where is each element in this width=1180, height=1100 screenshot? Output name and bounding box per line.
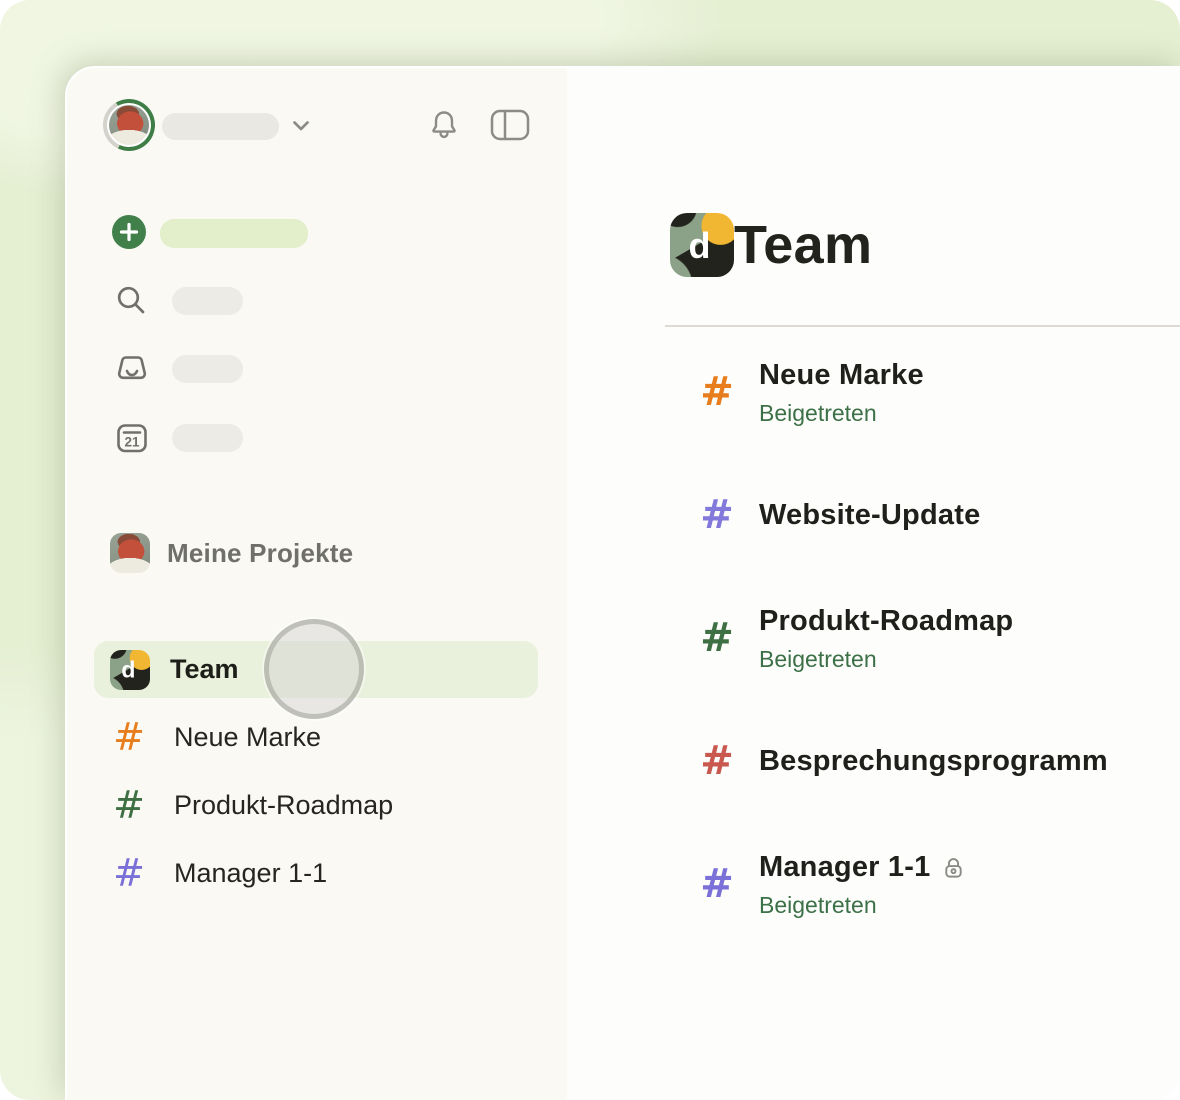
add-label-placeholder bbox=[160, 219, 308, 248]
channel-row-produkt-roadmap[interactable]: # Produkt-Roadmap Beigetreten bbox=[698, 603, 1150, 673]
channel-name: Website-Update bbox=[759, 497, 980, 533]
hash-icon: # bbox=[112, 783, 146, 827]
inbox-label-placeholder bbox=[172, 355, 243, 383]
avatar-ring-gap bbox=[107, 103, 151, 147]
channel-name: Manager 1-1 bbox=[759, 849, 930, 885]
team-header: d Team bbox=[670, 213, 872, 277]
app-window: 21 Meine Projekte d Team # Neue Marke # bbox=[65, 66, 1180, 1100]
calendar-day-label: 21 bbox=[124, 435, 140, 450]
lock-icon bbox=[942, 854, 965, 881]
channel-row-website-update[interactable]: # Website-Update bbox=[698, 492, 1150, 538]
hash-icon: # bbox=[698, 615, 736, 661]
hash-icon: # bbox=[112, 715, 146, 759]
calendar-icon[interactable]: 21 bbox=[115, 421, 149, 455]
calendar-label-placeholder bbox=[172, 424, 243, 452]
sidebar-item-produkt-roadmap[interactable]: # Produkt-Roadmap bbox=[112, 777, 532, 833]
team-logo-icon: d bbox=[670, 213, 734, 277]
bell-icon[interactable] bbox=[425, 106, 463, 144]
channel-name: Neue Marke bbox=[759, 357, 924, 393]
channel-row-neue-marke[interactable]: # Neue Marke Beigetreten bbox=[698, 357, 1150, 427]
channel-name: Produkt-Roadmap bbox=[759, 603, 1013, 639]
logo-letter: d bbox=[121, 657, 135, 684]
plus-icon bbox=[119, 222, 139, 242]
avatar-photo bbox=[109, 105, 149, 145]
projects-section-header: Meine Projekte bbox=[110, 533, 353, 573]
channel-status: Beigetreten bbox=[759, 891, 965, 919]
channel-status: Beigetreten bbox=[759, 645, 1013, 673]
main-content: d Team # Neue Marke Beigetreten # bbox=[567, 68, 1180, 1100]
channel-list: # Neue Marke Beigetreten # Website-Updat… bbox=[698, 357, 1150, 984]
hash-icon: # bbox=[698, 861, 736, 907]
sidebar-item-label: Neue Marke bbox=[174, 722, 321, 753]
user-avatar[interactable] bbox=[103, 99, 155, 151]
channel-row-besprechungsprogramm[interactable]: # Besprechungsprogramm bbox=[698, 738, 1150, 784]
page-title: Team bbox=[734, 214, 872, 276]
sidebar-item-label: Manager 1-1 bbox=[174, 858, 327, 889]
search-label-placeholder bbox=[172, 287, 243, 315]
channel-status: Beigetreten bbox=[759, 399, 924, 427]
channel-name: Besprechungsprogramm bbox=[759, 743, 1108, 779]
username-placeholder bbox=[162, 113, 279, 140]
logo-letter: d bbox=[688, 225, 710, 267]
hash-icon: # bbox=[112, 851, 146, 895]
hash-icon: # bbox=[698, 369, 736, 415]
sidebar-item-label: Team bbox=[170, 654, 239, 685]
inbox-icon[interactable] bbox=[115, 352, 149, 386]
search-icon[interactable] bbox=[115, 284, 149, 318]
hash-icon: # bbox=[698, 738, 736, 784]
chevron-down-icon[interactable] bbox=[287, 112, 315, 140]
projects-avatar bbox=[110, 533, 150, 573]
sidebar: 21 Meine Projekte d Team # Neue Marke # bbox=[67, 68, 567, 1100]
hash-icon: # bbox=[698, 492, 736, 538]
split-view-icon[interactable] bbox=[489, 108, 531, 142]
sidebar-item-neue-marke[interactable]: # Neue Marke bbox=[112, 709, 532, 765]
sidebar-item-label: Produkt-Roadmap bbox=[174, 790, 393, 821]
add-button[interactable] bbox=[112, 215, 146, 249]
team-logo-icon: d bbox=[110, 650, 150, 690]
sidebar-item-manager-1-1[interactable]: # Manager 1-1 bbox=[112, 845, 532, 901]
channel-row-manager-1-1[interactable]: # Manager 1-1 Be bbox=[698, 849, 1150, 919]
app-background: 21 Meine Projekte d Team # Neue Marke # bbox=[0, 0, 1180, 1100]
projects-header-label: Meine Projekte bbox=[167, 538, 353, 569]
sidebar-item-team[interactable]: d Team bbox=[94, 641, 538, 698]
header-divider bbox=[665, 325, 1180, 327]
